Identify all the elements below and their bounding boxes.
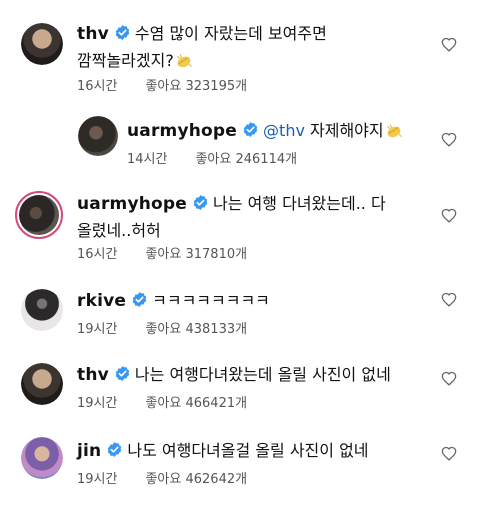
- likes-count[interactable]: 좋아요 466421개: [145, 396, 247, 411]
- likes-count[interactable]: 좋아요 323195개: [145, 79, 247, 94]
- comment-item: rkive ㅋㅋㅋㅋㅋㅋㅋㅋ 19시간 좋아요 438133개: [0, 278, 480, 350]
- avatar[interactable]: [15, 191, 63, 239]
- comment-text: 나는 여행다녀왔는데 올릴 사진이 없네: [134, 365, 391, 384]
- timestamp: 16시간: [77, 79, 118, 94]
- comment-text: 수염 많이 자랐는데 보여주면: [134, 24, 327, 43]
- heart-outline-icon[interactable]: [441, 208, 457, 223]
- heart-outline-icon[interactable]: [441, 132, 457, 147]
- username[interactable]: uarmyhope: [77, 194, 187, 214]
- comment-text: 자제해야지: [304, 121, 384, 140]
- clapping-hands-emoji-icon: [175, 53, 193, 69]
- comment-text: 나는 여행 다녀왔는데.. 다: [213, 194, 386, 213]
- verified-badge-icon: [114, 365, 131, 382]
- verified-badge-icon: [106, 441, 123, 458]
- verified-badge-icon: [242, 121, 259, 138]
- comment-text: 나도 여행다녀올걸 올릴 사진이 없네: [127, 441, 369, 460]
- comment-text-continued: 올렸네..허허: [77, 221, 161, 240]
- likes-count[interactable]: 좋아요 317810개: [145, 247, 247, 262]
- clapping-hands-emoji-icon: [385, 123, 403, 139]
- timestamp: 19시간: [77, 472, 118, 487]
- likes-count[interactable]: 좋아요 462642개: [145, 472, 247, 487]
- avatar[interactable]: [21, 23, 63, 65]
- username[interactable]: thv: [77, 24, 109, 44]
- verified-badge-icon: [114, 24, 131, 41]
- avatar[interactable]: [78, 116, 118, 156]
- likes-count[interactable]: 좋아요 246114개: [195, 152, 297, 167]
- comment-item: jin 나도 여행다녀올걸 올릴 사진이 없네 19시간 좋아요 462642개: [0, 425, 480, 505]
- heart-outline-icon[interactable]: [441, 371, 457, 386]
- username[interactable]: jin: [77, 441, 101, 461]
- timestamp: 19시간: [77, 396, 118, 411]
- username[interactable]: thv: [77, 365, 109, 385]
- verified-badge-icon: [192, 194, 209, 211]
- verified-badge-icon: [131, 291, 148, 308]
- comment-item: uarmyhope 나는 여행 다녀왔는데.. 다 올렸네..허허 16시간 좋아요…: [0, 178, 480, 278]
- reply-item: uarmyhope @thv 자제해야지 14시간 좋아요 246114개: [0, 110, 480, 170]
- likes-count[interactable]: 좋아요 438133개: [145, 322, 247, 337]
- comment-text-continued: 깜짝놀라겠지?: [77, 51, 174, 70]
- heart-outline-icon[interactable]: [441, 446, 457, 461]
- avatar[interactable]: [21, 289, 63, 331]
- username[interactable]: rkive: [77, 291, 126, 311]
- timestamp: 16시간: [77, 247, 118, 262]
- comment-item: thv 수염 많이 자랐는데 보여주면 깜짝놀라겠지? 16시간 좋아요 32319…: [0, 0, 480, 120]
- mention-link[interactable]: @thv: [263, 121, 305, 140]
- username[interactable]: uarmyhope: [127, 121, 237, 141]
- timestamp: 14시간: [127, 152, 168, 167]
- comment-item: thv 나는 여행다녀왔는데 올릴 사진이 없네 19시간 좋아요 466421개: [0, 350, 480, 422]
- heart-outline-icon[interactable]: [441, 37, 457, 52]
- heart-outline-icon[interactable]: [441, 292, 457, 307]
- comment-text: ㅋㅋㅋㅋㅋㅋㅋㅋ: [152, 291, 270, 310]
- avatar[interactable]: [21, 437, 63, 479]
- avatar[interactable]: [21, 363, 63, 405]
- timestamp: 19시간: [77, 322, 118, 337]
